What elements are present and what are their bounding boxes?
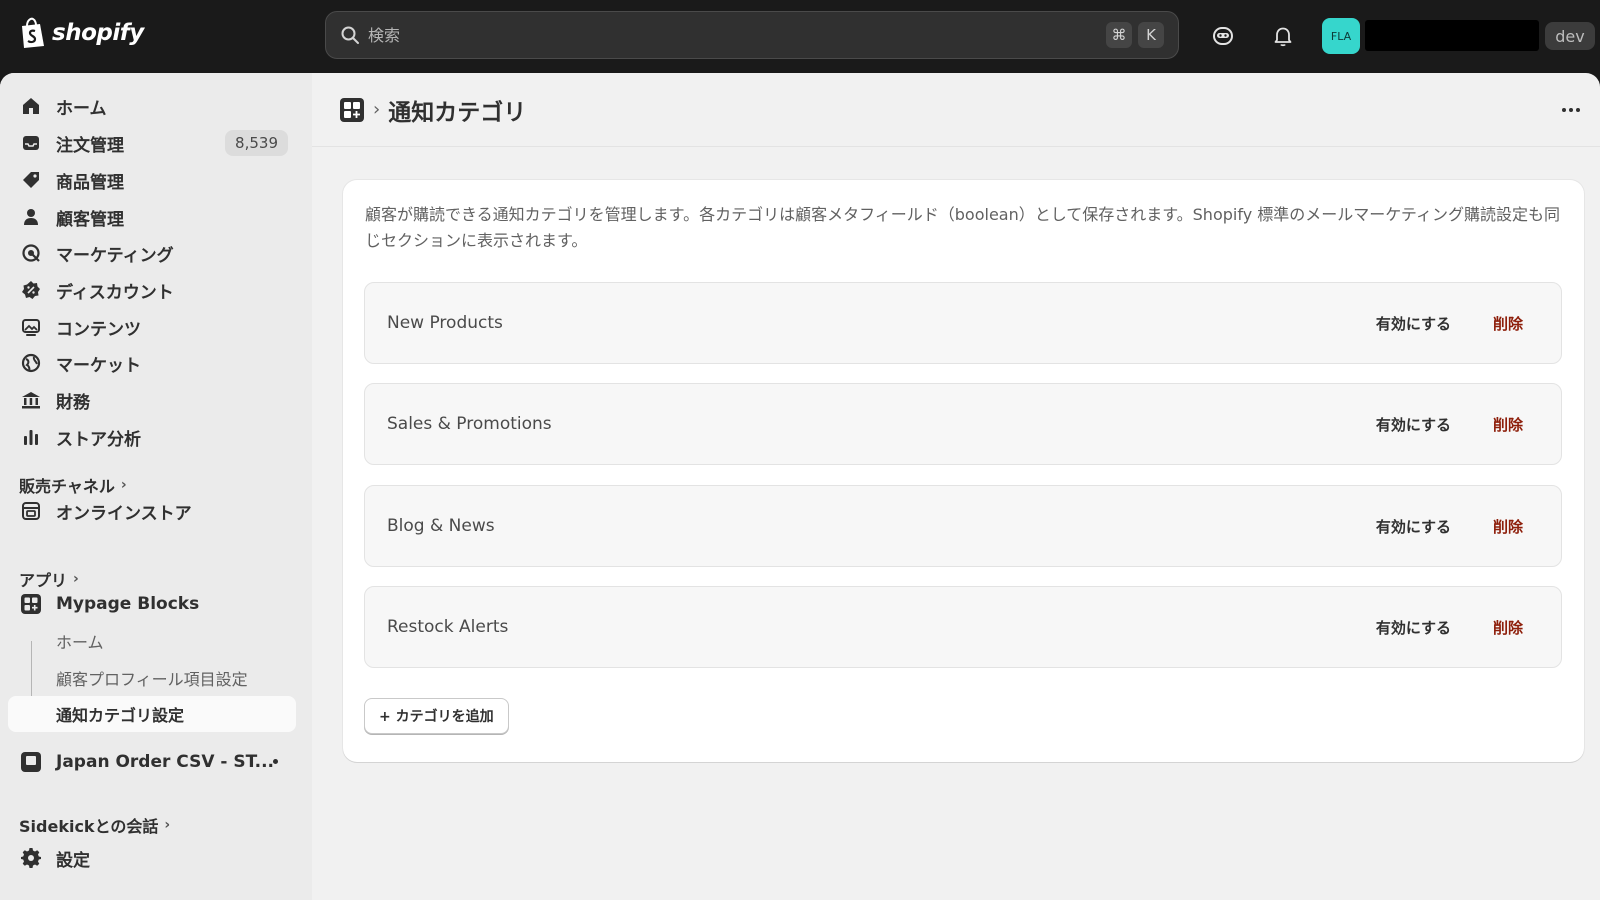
logo-text: shopify <box>52 20 144 46</box>
sidebar-item-label: ディスカウント <box>56 282 174 303</box>
admin-frame: ホーム 注文管理 8,539 商品管理 顧客管理 マーケティング ディスカウント… <box>0 73 1600 900</box>
sidebar-item-settings[interactable]: 設定 <box>8 840 296 876</box>
home-icon <box>23 98 39 114</box>
top-bar: shopify ⌘ K FLA dev <box>0 0 1600 73</box>
category-name: Restock Alerts <box>387 617 509 637</box>
enable-button[interactable]: 有効にする <box>1376 313 1451 334</box>
sidebar-item-label: Japan Order CSV - ST... <box>56 752 275 772</box>
sidebar-item-orders[interactable]: 注文管理 8,539 <box>8 125 296 161</box>
dev-badge: dev <box>1545 22 1595 50</box>
sidebar-item-label: ストア分析 <box>56 429 141 450</box>
gear-icon <box>21 848 41 868</box>
sidebar-item-label: オンラインストア <box>56 503 192 524</box>
search-bar[interactable]: ⌘ K <box>325 11 1179 59</box>
avatar[interactable]: FLA <box>1322 18 1360 54</box>
sidebar-item-analytics[interactable]: ストア分析 <box>8 419 296 455</box>
delete-button[interactable]: 削除 <box>1493 313 1523 334</box>
more-actions-button[interactable] <box>1556 97 1586 123</box>
sidebar-subitem-app-home[interactable]: ホーム <box>8 623 296 659</box>
main-content: › 通知カテゴリ 顧客が購読できる通知カテゴリを管理します。各カテゴリは顧客メタ… <box>312 73 1600 900</box>
category-name: New Products <box>387 313 503 333</box>
orders-count-badge: 8,539 <box>225 130 288 156</box>
mypage-blocks-icon <box>21 594 41 614</box>
sidebar-item-markets[interactable]: マーケット <box>8 345 296 381</box>
sidebar-item-customers[interactable]: 顧客管理 <box>8 199 296 235</box>
shopify-logo[interactable]: shopify <box>18 17 144 49</box>
search-icon <box>341 26 359 44</box>
breadcrumb-separator: › <box>373 99 381 120</box>
sidebar-item-home[interactable]: ホーム <box>8 88 296 124</box>
inbox-icon <box>23 136 39 150</box>
category-row: New Products 有効にする 削除 <box>364 282 1562 364</box>
sidebar-item-label: コンテンツ <box>56 319 141 340</box>
tag-icon <box>23 172 39 188</box>
target-icon <box>22 244 40 262</box>
sidebar-item-content[interactable]: コンテンツ <box>8 309 296 345</box>
sidebar-item-label: マーケット <box>56 355 141 376</box>
enable-button[interactable]: 有効にする <box>1376 516 1451 537</box>
discount-icon <box>22 281 40 299</box>
chevron-right-icon: › <box>73 571 79 587</box>
store-name-redacted[interactable] <box>1365 20 1539 51</box>
sidebar-item-label: 商品管理 <box>56 172 124 193</box>
page-header: › 通知カテゴリ <box>312 73 1600 147</box>
search-input[interactable] <box>368 25 1100 45</box>
storefront-icon <box>22 502 40 520</box>
mypage-blocks-icon[interactable] <box>339 97 365 123</box>
enable-button[interactable]: 有効にする <box>1376 617 1451 638</box>
pinned-dot-icon <box>273 759 278 764</box>
sidebar-item-label: 顧客管理 <box>56 209 124 230</box>
delete-button[interactable]: 削除 <box>1493 414 1523 435</box>
chevron-right-icon: › <box>164 817 171 833</box>
page-title: 通知カテゴリ <box>388 99 527 126</box>
sidebar-item-label: Mypage Blocks <box>56 594 200 614</box>
sidebar-item-label: ホーム <box>56 98 107 119</box>
shopify-bag-icon <box>22 17 44 48</box>
app-icon <box>21 752 41 772</box>
sidebar: ホーム 注文管理 8,539 商品管理 顧客管理 マーケティング ディスカウント… <box>0 73 312 900</box>
sidebar-item-finance[interactable]: 財務 <box>8 382 296 418</box>
bank-icon <box>22 392 40 409</box>
sidebar-subitem-profile-settings[interactable]: 顧客プロフィール項目設定 <box>8 660 296 696</box>
category-name: Blog & News <box>387 516 495 536</box>
sidebar-item-marketing[interactable]: マーケティング <box>8 235 296 271</box>
category-name: Sales & Promotions <box>387 414 552 434</box>
notification-categories-card: 顧客が購読できる通知カテゴリを管理します。各カテゴリは顧客メタフィールド（boo… <box>343 180 1584 762</box>
sidebar-item-japan-order-csv[interactable]: Japan Order CSV - ST... <box>8 744 296 780</box>
delete-button[interactable]: 削除 <box>1493 516 1523 537</box>
sidekick-heading[interactable]: Sidekickとの会話 › <box>19 813 170 837</box>
sidekick-label: Sidekickとの会話 <box>19 817 159 836</box>
ellipsis-dot <box>1576 108 1580 112</box>
sidebar-item-discounts[interactable]: ディスカウント <box>8 272 296 308</box>
sidebar-subitem-notification-categories[interactable]: 通知カテゴリ設定 <box>8 696 296 732</box>
sidebar-item-label: 注文管理 <box>56 135 124 156</box>
sidebar-item-label: 財務 <box>56 392 90 413</box>
bell-icon[interactable] <box>1271 24 1295 48</box>
add-category-button[interactable]: + カテゴリを追加 <box>364 698 509 734</box>
sidebar-item-products[interactable]: 商品管理 <box>8 162 296 198</box>
ellipsis-dot <box>1569 108 1573 112</box>
shortcut-k-key: K <box>1138 22 1164 48</box>
sidebar-item-online-store[interactable]: オンラインストア <box>8 493 296 529</box>
category-row: Restock Alerts 有効にする 削除 <box>364 586 1562 668</box>
delete-button[interactable]: 削除 <box>1493 617 1523 638</box>
chevron-right-icon: › <box>120 477 127 493</box>
category-row: Blog & News 有効にする 削除 <box>364 485 1562 567</box>
sidebar-item-label: マーケティング <box>56 245 174 266</box>
globe-icon <box>21 353 41 373</box>
category-row: Sales & Promotions 有効にする 削除 <box>364 383 1562 465</box>
person-icon <box>24 209 38 225</box>
sidebar-item-mypage-blocks[interactable]: Mypage Blocks <box>8 586 296 622</box>
enable-button[interactable]: 有効にする <box>1376 414 1451 435</box>
bar-chart-icon <box>24 430 38 445</box>
sidebar-item-label: 設定 <box>56 850 90 871</box>
shortcut-cmd-key: ⌘ <box>1106 22 1132 48</box>
ellipsis-icon <box>1562 108 1566 112</box>
image-icon <box>22 319 40 336</box>
sidekick-icon[interactable] <box>1211 24 1235 48</box>
card-description: 顧客が購読できる通知カテゴリを管理します。各カテゴリは顧客メタフィールド（boo… <box>365 205 1560 250</box>
